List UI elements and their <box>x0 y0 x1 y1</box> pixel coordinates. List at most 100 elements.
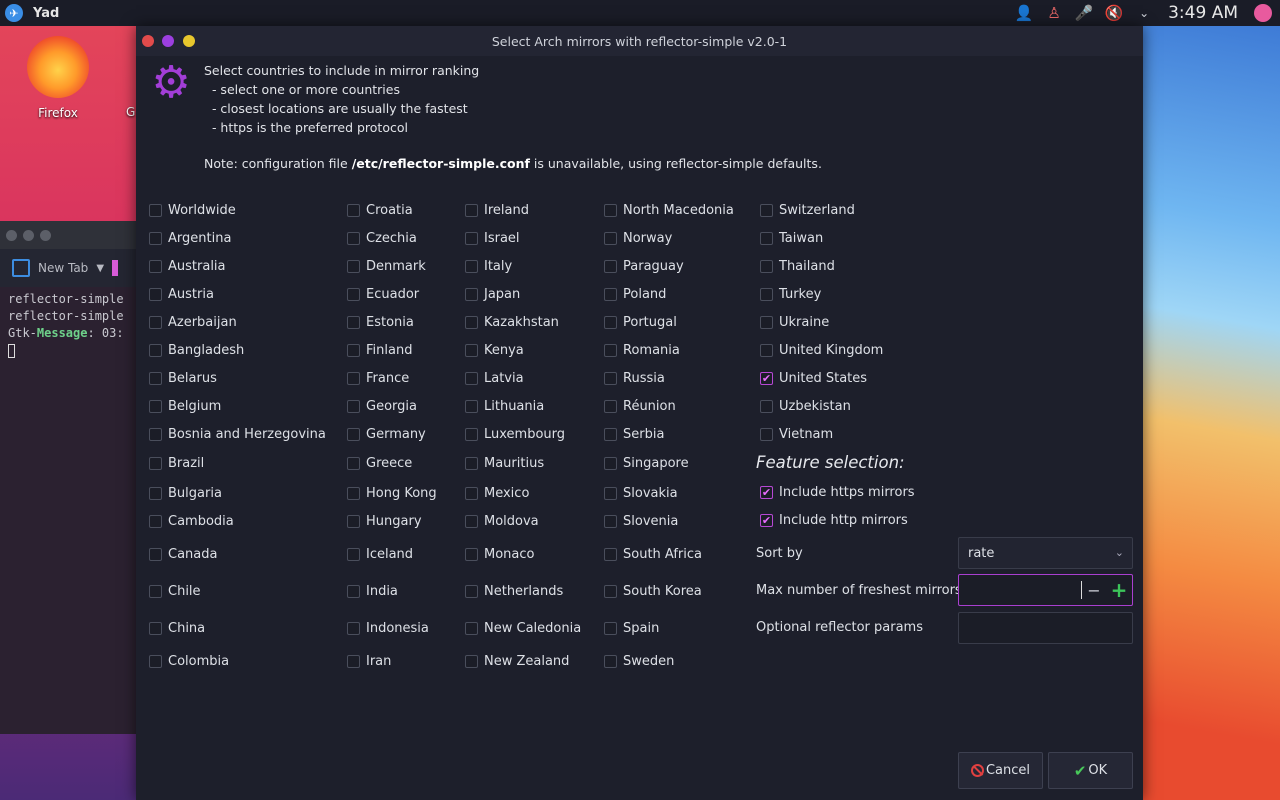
checkbox-box[interactable] <box>465 232 478 245</box>
cancel-button[interactable]: Cancel <box>958 752 1043 789</box>
caret-down-icon[interactable]: ▼ <box>96 263 104 274</box>
checkbox-box[interactable] <box>149 622 162 635</box>
terminal-maximize-button[interactable] <box>40 229 51 241</box>
country-checkbox[interactable]: Canada <box>149 547 217 562</box>
checkbox-box[interactable] <box>465 457 478 470</box>
country-checkbox[interactable]: Bosnia and Herzegovina <box>149 427 326 442</box>
country-label[interactable]: Vietnam <box>779 427 833 442</box>
country-label[interactable]: Indonesia <box>366 621 429 636</box>
country-checkbox[interactable]: Ireland <box>465 203 529 218</box>
country-checkbox[interactable]: Greece <box>347 456 412 471</box>
country-label[interactable]: Bangladesh <box>168 343 244 358</box>
country-checkbox[interactable]: Vietnam <box>760 427 833 442</box>
checkbox-box[interactable] <box>604 372 617 385</box>
checkbox-box[interactable] <box>604 655 617 668</box>
country-checkbox[interactable]: Indonesia <box>347 621 429 636</box>
country-checkbox[interactable]: New Zealand <box>465 654 569 669</box>
clock[interactable]: 3:49 AM <box>1168 3 1238 23</box>
country-label[interactable]: Azerbaijan <box>168 315 237 330</box>
checkbox-box[interactable] <box>604 515 617 528</box>
country-checkbox[interactable]: Moldova <box>465 514 539 529</box>
country-label[interactable]: Austria <box>168 287 214 302</box>
terminal-minimize-button[interactable] <box>23 229 34 241</box>
checkbox-box[interactable] <box>149 487 162 500</box>
country-label[interactable]: Ukraine <box>779 315 829 330</box>
ok-button[interactable]: ✔ OK <box>1048 752 1133 789</box>
country-checkbox[interactable]: Argentina <box>149 231 231 246</box>
checkbox-box[interactable] <box>347 622 360 635</box>
country-checkbox[interactable]: Azerbaijan <box>149 315 237 330</box>
country-checkbox[interactable]: Kenya <box>465 343 524 358</box>
country-checkbox[interactable]: United Kingdom <box>760 343 883 358</box>
country-label[interactable]: Australia <box>168 259 226 274</box>
checkbox-box[interactable] <box>465 487 478 500</box>
country-checkbox[interactable]: Réunion <box>604 399 676 414</box>
country-checkbox[interactable]: Croatia <box>347 203 413 218</box>
checkbox-box[interactable] <box>760 232 773 245</box>
country-checkbox[interactable]: Paraguay <box>604 259 684 274</box>
country-checkbox[interactable]: Georgia <box>347 399 417 414</box>
country-label[interactable]: United Kingdom <box>779 343 883 358</box>
country-label[interactable]: Serbia <box>623 427 664 442</box>
country-checkbox[interactable]: Finland <box>347 343 412 358</box>
checkbox-box[interactable] <box>347 316 360 329</box>
checkbox-box[interactable] <box>347 260 360 273</box>
checkbox-box[interactable] <box>149 288 162 301</box>
country-checkbox[interactable]: Netherlands <box>465 584 563 599</box>
checkbox-box[interactable] <box>149 548 162 561</box>
country-label[interactable]: Portugal <box>623 315 677 330</box>
country-checkbox[interactable]: Iran <box>347 654 391 669</box>
country-checkbox[interactable]: Taiwan <box>760 231 823 246</box>
country-label[interactable]: Belarus <box>168 371 217 386</box>
minus-icon[interactable]: − <box>1082 581 1106 600</box>
new-tab-label[interactable]: New Tab <box>38 261 88 275</box>
country-checkbox[interactable]: Lithuania <box>465 399 544 414</box>
country-checkbox[interactable]: Thailand <box>760 259 835 274</box>
country-checkbox[interactable]: Switzerland <box>760 203 855 218</box>
country-label[interactable]: North Macedonia <box>623 203 734 218</box>
country-label[interactable]: Spain <box>623 621 659 636</box>
microphone-icon[interactable]: 🎤 <box>1074 3 1094 23</box>
country-label[interactable]: Singapore <box>623 456 689 471</box>
country-label[interactable]: New Zealand <box>484 654 569 669</box>
minimize-button[interactable] <box>162 35 174 47</box>
checkbox-box[interactable] <box>604 428 617 441</box>
terminal-close-button[interactable] <box>6 229 17 241</box>
country-checkbox[interactable]: Poland <box>604 287 666 302</box>
country-checkbox[interactable]: Bangladesh <box>149 343 244 358</box>
checkbox-box[interactable] <box>760 204 773 217</box>
country-checkbox[interactable]: Denmark <box>347 259 426 274</box>
country-label[interactable]: Mauritius <box>484 456 544 471</box>
max-mirrors-spinner[interactable]: − + <box>958 574 1133 606</box>
country-checkbox[interactable]: Japan <box>465 287 520 302</box>
checkbox-box[interactable] <box>604 487 617 500</box>
checkbox-box[interactable] <box>149 457 162 470</box>
checkbox-box[interactable] <box>347 515 360 528</box>
country-checkbox[interactable]: South Africa <box>604 547 702 562</box>
country-label[interactable]: Monaco <box>484 547 534 562</box>
country-label[interactable]: Réunion <box>623 399 676 414</box>
country-checkbox[interactable]: Estonia <box>347 315 414 330</box>
country-checkbox[interactable]: North Macedonia <box>604 203 734 218</box>
close-button[interactable] <box>142 35 154 47</box>
country-label[interactable]: Hong Kong <box>366 486 437 501</box>
new-tab-icon[interactable] <box>12 259 30 277</box>
country-label[interactable]: Norway <box>623 231 672 246</box>
country-label[interactable]: Russia <box>623 371 665 386</box>
country-checkbox[interactable]: Uzbekistan <box>760 399 851 414</box>
country-label[interactable]: Romania <box>623 343 680 358</box>
desktop-icon-label[interactable]: G <box>126 105 135 119</box>
country-checkbox[interactable]: Israel <box>465 231 520 246</box>
country-checkbox[interactable]: Norway <box>604 231 672 246</box>
params-input[interactable] <box>958 612 1133 644</box>
country-label[interactable]: Japan <box>484 287 520 302</box>
country-label[interactable]: Argentina <box>168 231 231 246</box>
country-checkbox[interactable]: Singapore <box>604 456 689 471</box>
country-checkbox[interactable]: Belgium <box>149 399 221 414</box>
checkbox-box[interactable] <box>465 515 478 528</box>
checkbox-box[interactable] <box>465 548 478 561</box>
checkbox-box[interactable] <box>760 316 773 329</box>
checkbox-box[interactable] <box>604 232 617 245</box>
country-checkbox[interactable]: Colombia <box>149 654 229 669</box>
country-checkbox[interactable]: Romania <box>604 343 680 358</box>
